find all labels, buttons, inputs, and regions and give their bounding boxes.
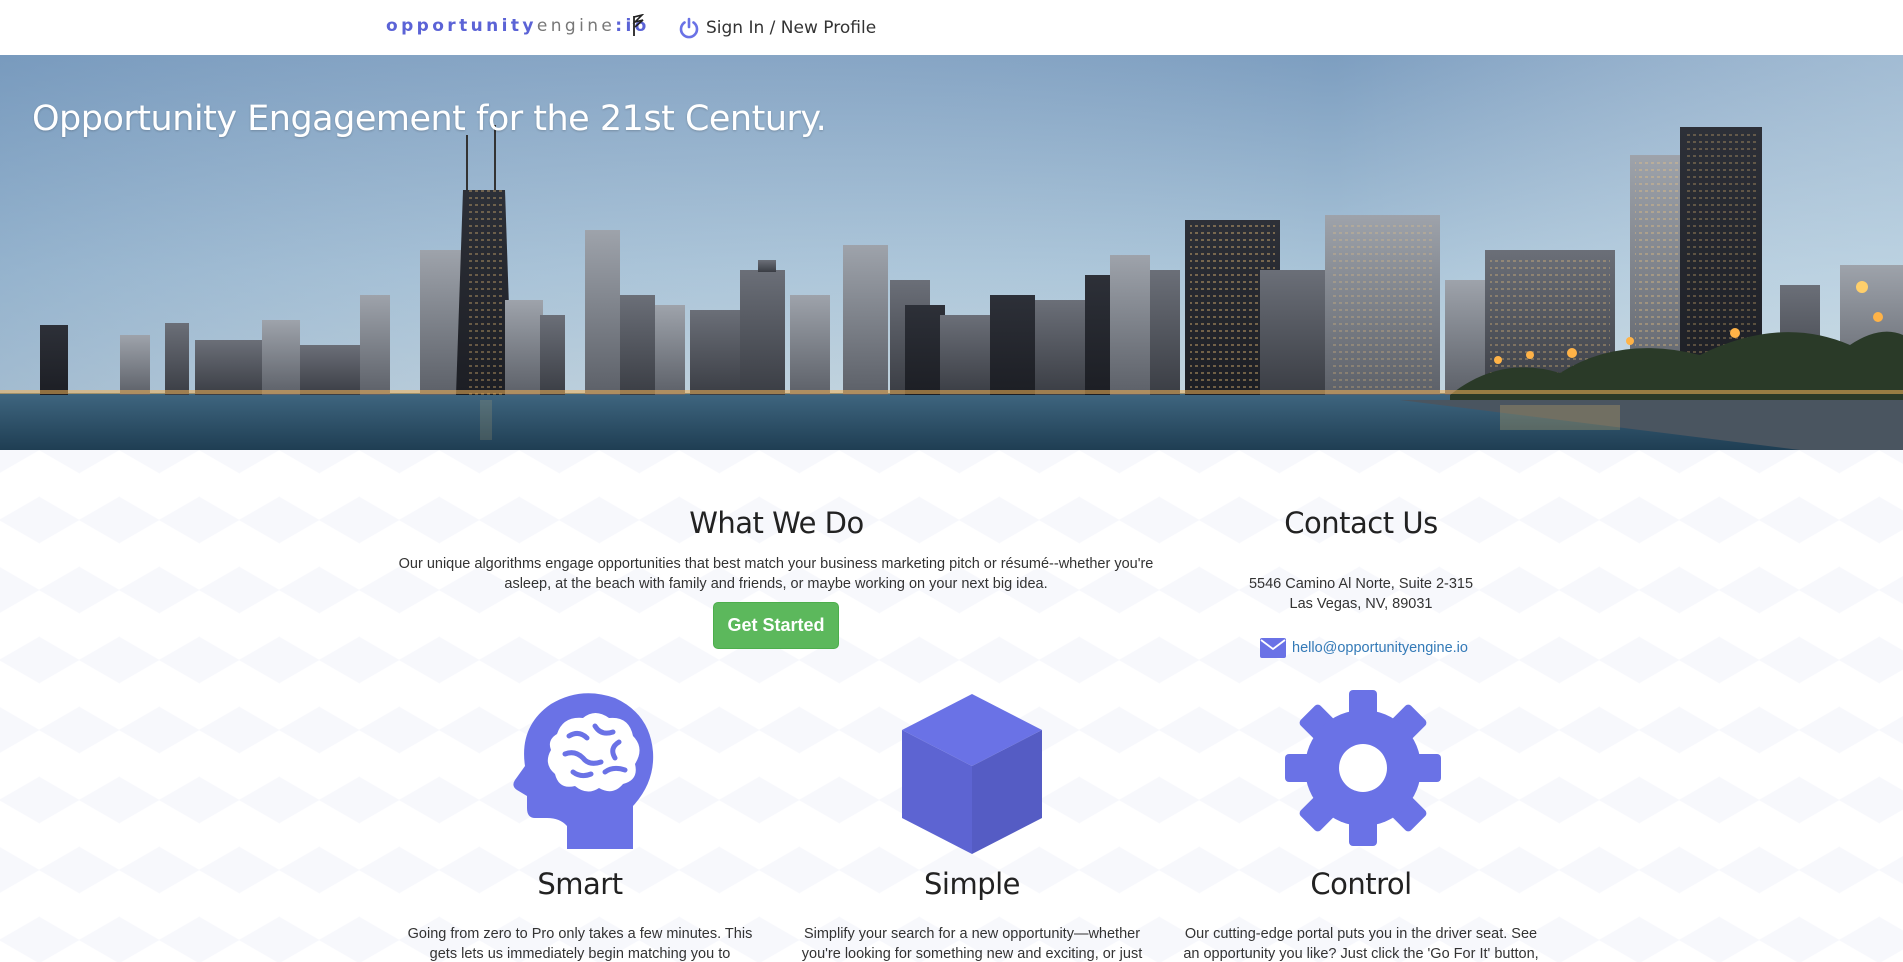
what-we-do-title: What We Do (689, 506, 864, 540)
logo-part-opportunity: opportunity (386, 16, 537, 36)
feature-title-simple: Simple (923, 867, 1021, 901)
signin-link[interactable]: Sign In / New Profile (678, 13, 876, 43)
feature-text-smart-line1: Going from zero to Pro only takes a few … (407, 926, 753, 942)
feature-text-simple-line1: Simplify your search for a new opportuni… (803, 926, 1141, 942)
brain-head-icon (513, 693, 654, 849)
contact-us-title: Contact Us (1284, 506, 1438, 540)
contact-email-link[interactable]: hello@opportunityengine.io (1260, 636, 1468, 660)
envelope-icon (1260, 638, 1286, 658)
contact-address-line1: 5546 Camino Al Norte, Suite 2-315 (1248, 576, 1474, 592)
what-we-do-text-line2: asleep, at the beach with family and fri… (504, 576, 1048, 592)
feature-title-control: Control (1310, 867, 1412, 901)
feature-text-simple-line2: you're looking for something new and exc… (801, 946, 1143, 962)
get-started-button[interactable]: Get Started (713, 602, 839, 649)
brand-logo[interactable]: opportunityengine:io (386, 16, 650, 36)
hero-banner: Opportunity Engagement for the 21st Cent… (0, 55, 1903, 450)
main-content: What We Do Our unique algorithms engage … (0, 450, 1903, 962)
power-icon (679, 17, 699, 39)
contact-email-text: hello@opportunityengine.io (1292, 640, 1468, 656)
feature-title-smart: Smart (537, 867, 623, 901)
what-we-do-text-line1: Our unique algorithms engage opportuniti… (398, 556, 1154, 572)
signin-label: Sign In / New Profile (706, 18, 877, 38)
feature-text-smart-line2: gets lets us immediately begin matching … (429, 946, 731, 962)
feature-text-control-line1: Our cutting-edge portal puts you in the … (1184, 926, 1538, 942)
cube-icon (902, 694, 1042, 854)
feature-text-control-line2: an opportunity you like? Just click the … (1183, 946, 1539, 962)
hero-title: Opportunity Engagement for the 21st Cent… (32, 99, 827, 139)
logo-flag-icon (632, 14, 645, 36)
top-navbar: opportunityengine:io Sign In / New Profi… (0, 0, 1903, 55)
logo-part-engine: engine (536, 16, 616, 36)
gear-icon (1285, 690, 1441, 846)
contact-address-line2: Las Vegas, NV, 89031 (1289, 596, 1433, 612)
